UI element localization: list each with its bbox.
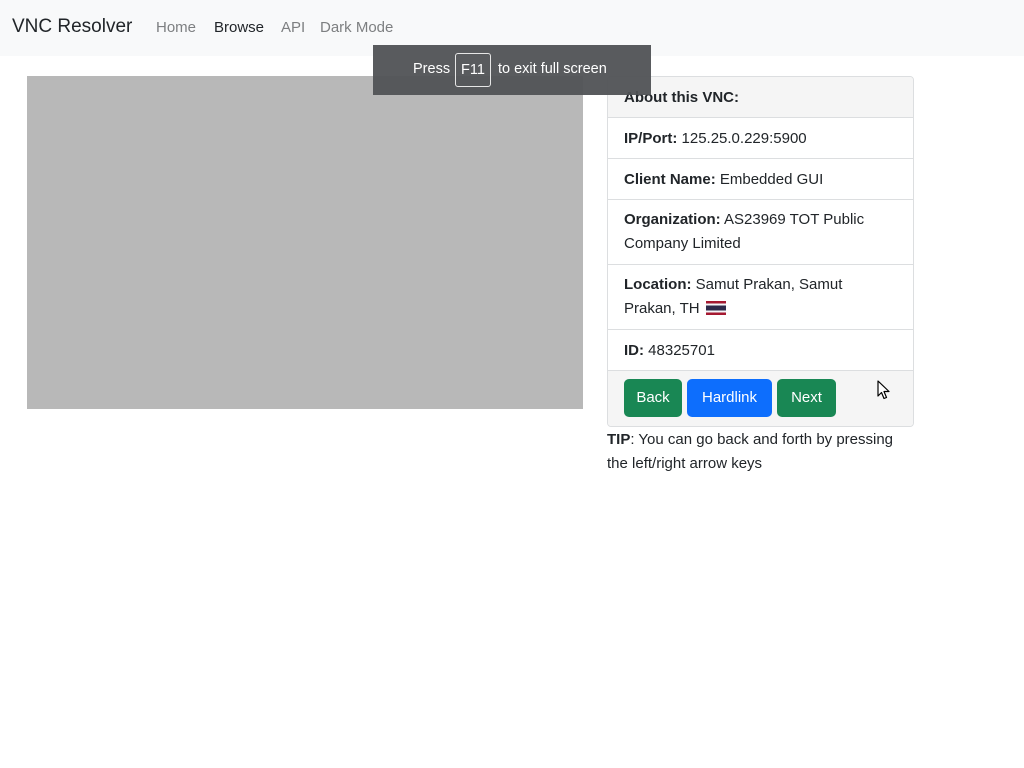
- tip-body: : You can go back and forth by pressing …: [607, 431, 894, 472]
- vnc-screenshot-placeholder: [27, 76, 583, 409]
- location-row: Location: Samut Prakan, Samut Prakan, TH: [608, 265, 913, 330]
- id-label: ID:: [624, 342, 644, 359]
- card-footer: Back Hardlink Next: [608, 371, 913, 426]
- nav-dark-mode[interactable]: Dark Mode: [320, 19, 393, 36]
- ip-port-label: IP/Port:: [624, 130, 678, 147]
- nav-api[interactable]: API: [281, 19, 305, 36]
- client-name-row: Client Name: Embedded GUI: [608, 159, 913, 200]
- fullscreen-toast: Press F11 to exit full screen: [373, 45, 651, 95]
- tip-text: TIP: You can go back and forth by pressi…: [607, 428, 917, 476]
- back-button[interactable]: Back: [624, 379, 682, 417]
- client-name-value: Embedded GUI: [719, 171, 824, 188]
- ip-port-row: IP/Port: 125.25.0.229:5900: [608, 118, 913, 159]
- toast-prefix: Press: [413, 61, 451, 77]
- mouse-cursor-icon: [877, 380, 890, 400]
- thailand-flag-icon: [705, 301, 726, 315]
- id-row: ID: 48325701: [608, 330, 913, 371]
- brand-link[interactable]: VNC Resolver: [12, 16, 132, 38]
- id-value: 48325701: [648, 342, 715, 359]
- organization-row: Organization: AS23969 TOT Public Company…: [608, 200, 913, 265]
- location-label: Location:: [624, 276, 692, 293]
- nav-browse[interactable]: Browse: [214, 19, 264, 36]
- nav-home[interactable]: Home: [156, 19, 196, 36]
- toast-suffix: to exit full screen: [498, 61, 607, 77]
- organization-label: Organization:: [624, 211, 721, 228]
- tip-label: TIP: [607, 431, 631, 448]
- card-header: About this VNC:: [608, 77, 913, 118]
- client-name-label: Client Name:: [624, 171, 716, 188]
- next-button[interactable]: Next: [777, 379, 836, 417]
- hardlink-button[interactable]: Hardlink: [687, 379, 772, 417]
- info-card: About this VNC: IP/Port: 125.25.0.229:59…: [607, 76, 914, 427]
- f11-key-badge: F11: [455, 53, 491, 87]
- ip-port-value: 125.25.0.229:5900: [681, 130, 807, 147]
